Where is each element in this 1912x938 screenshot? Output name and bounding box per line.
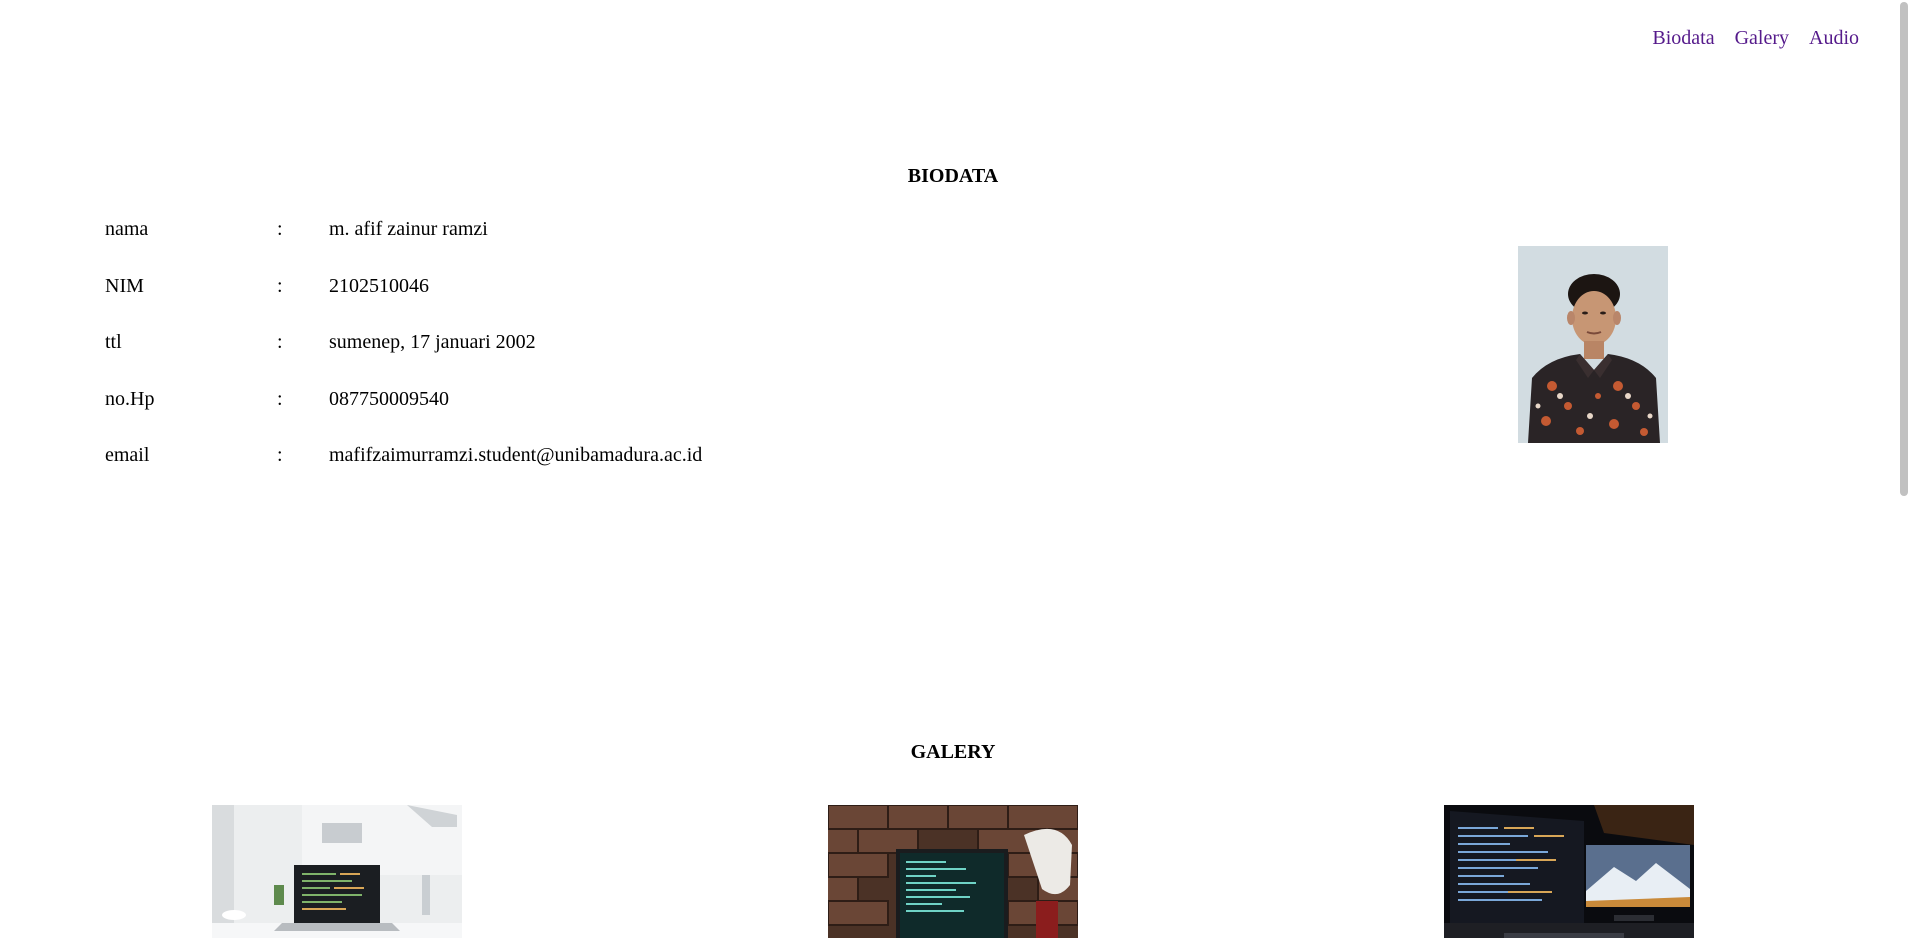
biodata-row-nama: nama : m. afif zainur ramzi [105,218,702,275]
nav-link-biodata[interactable]: Biodata [1652,27,1714,50]
biodata-table: nama : m. afif zainur ramzi NIM : 210251… [105,218,702,501]
gallery-image-1 [212,805,462,938]
top-navigation: Biodata Galery Audio [1652,27,1859,50]
biodata-separator: : [277,218,283,240]
biodata-separator: : [277,444,283,466]
profile-photo [1518,246,1668,443]
nav-link-galery[interactable]: Galery [1735,27,1789,50]
nav-link-audio[interactable]: Audio [1809,27,1859,50]
biodata-row-nohp: no.Hp : 087750009540 [105,388,702,445]
biodata-label: NIM [105,274,144,297]
scrollbar-thumb[interactable] [1900,2,1908,496]
page: Biodata Galery Audio BIODATA nama : m. a… [0,0,1896,938]
biodata-heading: BIODATA [907,165,999,187]
biodata-label: ttl [105,331,122,353]
biodata-separator: : [277,331,283,353]
biodata-label: nama [105,218,149,240]
galery-heading: GALERY [910,741,996,763]
biodata-row-email: email : mafifzaimurramzi.student@unibama… [105,444,702,501]
biodata-value: 087750009540 [329,387,449,410]
gallery-image-3 [1444,805,1694,938]
vertical-scrollbar[interactable] [1896,0,1912,938]
biodata-value: mafifzaimurramzi.student@unibamadura.ac.… [329,444,703,466]
biodata-label: no.Hp [105,387,155,410]
biodata-separator: : [277,274,283,297]
biodata-label: email [105,444,150,466]
biodata-row-ttl: ttl : sumenep, 17 januari 2002 [105,331,702,388]
biodata-separator: : [277,387,283,410]
biodata-value: m. afif zainur ramzi [329,218,488,240]
biodata-row-nim: NIM : 2102510046 [105,275,702,332]
gallery-image-2 [828,805,1078,938]
biodata-value: sumenep, 17 januari 2002 [329,331,536,353]
biodata-value: 2102510046 [329,274,429,297]
